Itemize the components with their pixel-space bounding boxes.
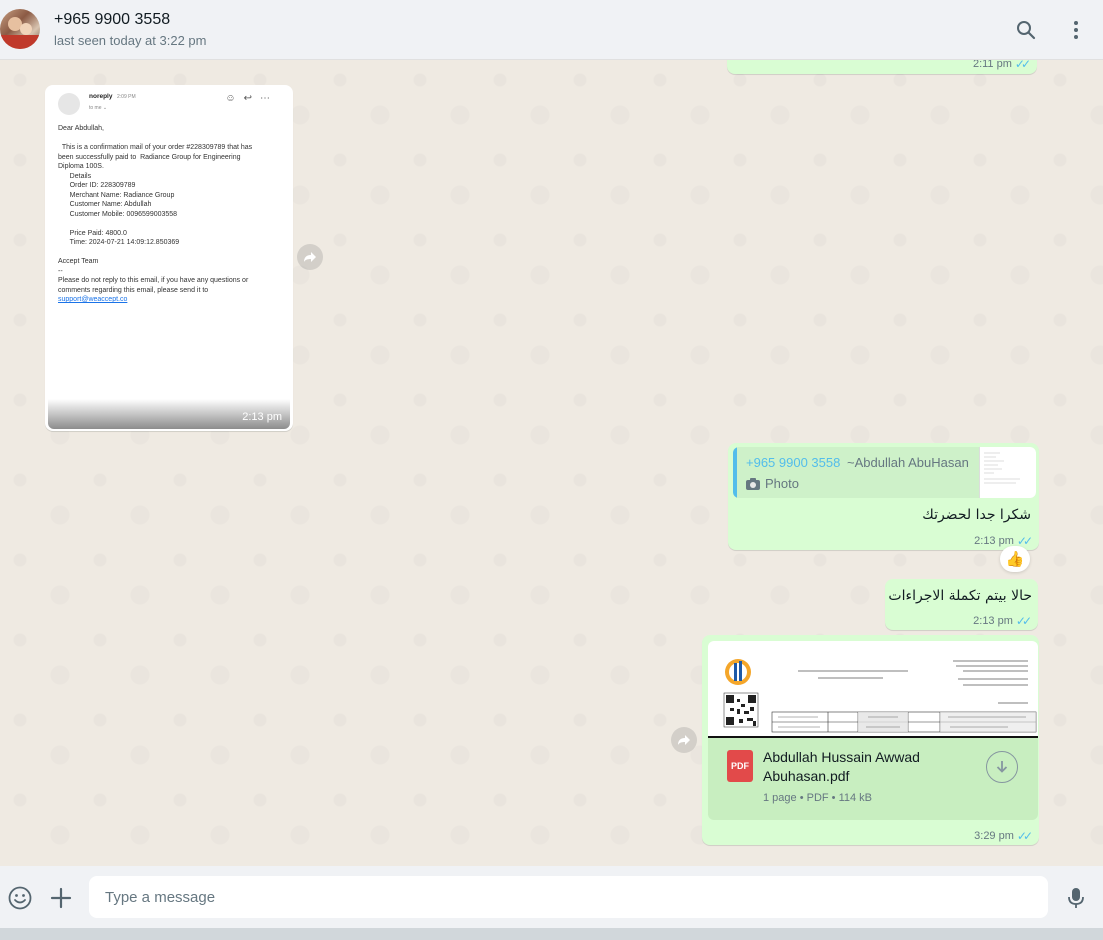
- forward-icon: [304, 252, 316, 262]
- pdf-file-name: Abdullah Hussain Awwad Abuhasan.pdf: [763, 749, 920, 784]
- message-meta: 2:13 pm ✓✓: [974, 534, 1033, 548]
- message-meta: 3:29 pm ✓✓: [974, 829, 1033, 843]
- chat-header: +965 9900 3558 last seen today at 3:22 p…: [0, 0, 1103, 60]
- quote-accent-bar: [733, 447, 737, 498]
- plus-icon[interactable]: [48, 885, 74, 911]
- quoted-sender: +965 9900 3558: [746, 455, 841, 470]
- email-avatar: [58, 93, 80, 115]
- quoted-message[interactable]: +965 9900 3558 ~Abdullah AbuHasan Photo: [733, 447, 1036, 498]
- forward-icon: [678, 735, 690, 745]
- contact-name[interactable]: +965 9900 3558: [54, 11, 170, 29]
- contact-status: last seen today at 3:22 pm: [54, 33, 207, 48]
- quoted-photo-thumbnail: [979, 447, 1036, 498]
- message-time: 2:13 pm: [973, 615, 1013, 627]
- message-input[interactable]: [89, 876, 1048, 918]
- pdf-file-meta: 1 page • PDF • 114 kB: [763, 792, 873, 804]
- reaction-badge[interactable]: 👍: [1000, 546, 1030, 572]
- thumbs-up-icon: 👍: [1005, 551, 1025, 568]
- search-icon[interactable]: [1014, 18, 1038, 42]
- emoji-icon[interactable]: [7, 885, 33, 911]
- email-sent-time: 2:09 PM: [117, 94, 136, 100]
- message-time: 3:29 pm: [974, 830, 1014, 842]
- message-bubble-partial[interactable]: 2:11 pm ✓✓: [727, 60, 1037, 74]
- quoted-alias: ~Abdullah AbuHasan: [847, 455, 969, 470]
- message-meta: 2:13 pm ✓✓: [973, 614, 1032, 628]
- read-ticks-icon: ✓✓: [1015, 614, 1032, 628]
- reply-message-bubble[interactable]: +965 9900 3558 ~Abdullah AbuHasan Photo: [728, 443, 1039, 550]
- camera-icon: [746, 477, 760, 490]
- message-text: شكرا جدا لحضرتك: [922, 507, 1031, 523]
- read-ticks-icon: ✓✓: [1016, 829, 1033, 843]
- email-support-link: support@weaccept.co: [58, 296, 128, 303]
- menu-dots-icon[interactable]: [1064, 18, 1088, 42]
- message-composer: [0, 866, 1103, 928]
- message-meta: 2:11 pm ✓✓: [973, 60, 1031, 71]
- email-actions-icon: ☺↩⋯: [225, 93, 278, 104]
- window-bottom-bar: [0, 928, 1103, 940]
- message-text: حالا بيتم تكملة الاجراءات: [888, 588, 1032, 604]
- email-screenshot-image[interactable]: noreply 2:09 PM to me ⌄ ☺↩⋯ Dear Abdulla…: [48, 87, 290, 429]
- forward-button[interactable]: [297, 244, 323, 270]
- pdf-document-card[interactable]: PDF Abdullah Hussain Awwad Abuhasan.pdf …: [708, 738, 1038, 820]
- quoted-type: Photo: [746, 476, 799, 491]
- forward-button[interactable]: [671, 727, 697, 753]
- message-time: 2:11 pm: [972, 60, 1012, 70]
- pdf-file-icon: PDF: [727, 750, 753, 782]
- document-message-bubble[interactable]: PDF Abdullah Hussain Awwad Abuhasan.pdf …: [702, 635, 1039, 845]
- message-time: 2:13 pm: [242, 411, 282, 423]
- download-icon: [996, 761, 1008, 773]
- read-ticks-icon: ✓✓: [1014, 60, 1031, 71]
- email-sender: noreply: [89, 93, 113, 100]
- chat-area[interactable]: 2:11 pm ✓✓ noreply 2:09 PM to me ⌄ ☺↩⋯ D…: [0, 60, 1103, 866]
- mic-icon[interactable]: [1063, 885, 1089, 911]
- message-bubble[interactable]: حالا بيتم تكملة الاجراءات 2:13 pm ✓✓: [885, 579, 1038, 630]
- pdf-preview-image[interactable]: [708, 641, 1038, 738]
- contact-avatar[interactable]: [0, 9, 40, 49]
- email-recipient: to me ⌄: [89, 105, 108, 111]
- message-time: 2:13 pm: [974, 535, 1014, 547]
- email-body: Dear Abdullah, This is a confirmation ma…: [58, 125, 253, 303]
- quoted-type-label: Photo: [765, 476, 799, 491]
- download-button[interactable]: [986, 751, 1018, 783]
